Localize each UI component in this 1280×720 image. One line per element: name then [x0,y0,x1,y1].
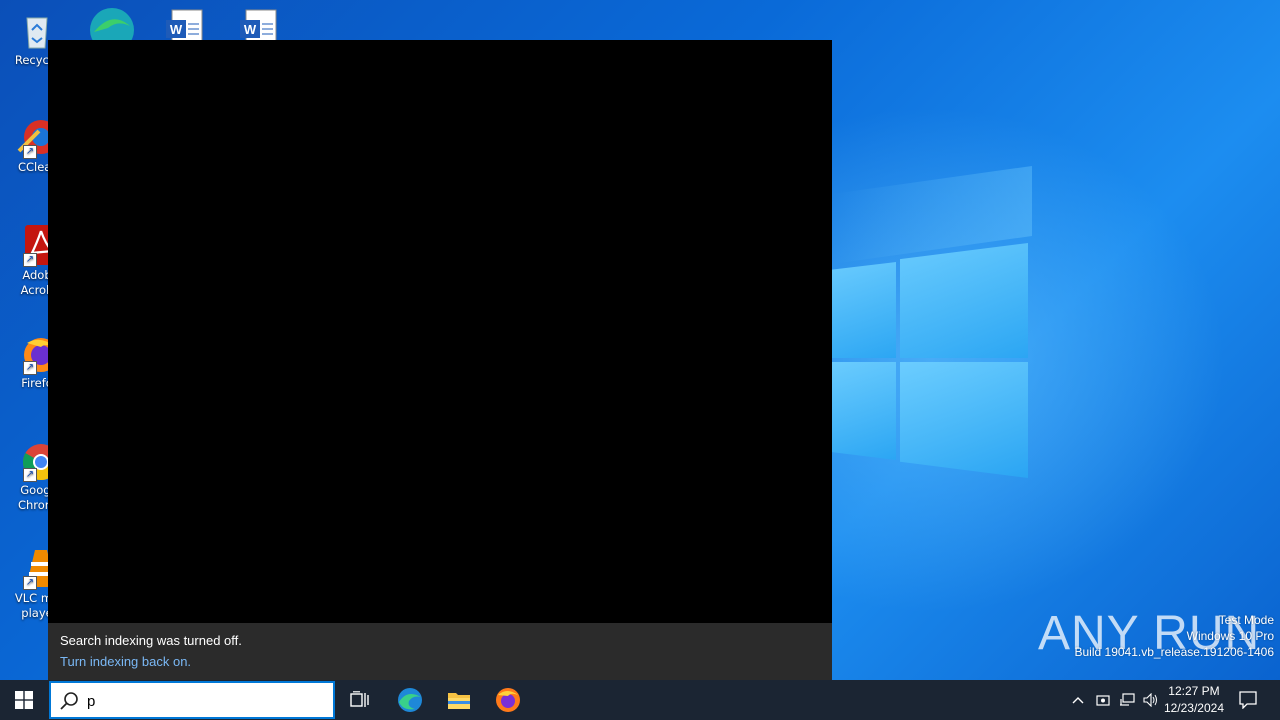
task-view-icon [350,691,369,707]
shortcut-arrow-icon: ↗ [23,361,37,375]
start-button[interactable] [0,680,48,720]
svg-text:W: W [170,22,183,37]
tray-volume-button[interactable] [1140,680,1162,720]
security-icon [1096,695,1110,706]
wallpaper-logo-pane [832,362,896,460]
volume-icon [1143,693,1157,707]
tray-network-button[interactable] [1116,680,1138,720]
task-view-button[interactable] [336,680,384,720]
clock-time: 12:27 PM [1168,684,1220,698]
svg-text:W: W [244,22,257,37]
taskbar-clock[interactable]: 12:27 PM 12/23/2024 [1164,683,1224,717]
taskbar-search-box[interactable] [49,681,335,719]
shortcut-arrow-icon: ↗ [23,253,37,267]
shortcut-arrow-icon: ↗ [23,576,37,590]
tray-defender-button[interactable] [1092,680,1114,720]
edge-icon [398,688,422,712]
indexing-off-message: Search indexing was turned off. [60,633,242,648]
turn-indexing-on-link[interactable]: Turn indexing back on. [60,654,191,669]
firefox-icon [496,688,520,712]
windows-logo-icon [15,691,33,709]
action-center-button[interactable] [1228,680,1268,720]
folder-icon [448,693,470,709]
word-document-icon[interactable]: W [238,6,280,45]
taskbar-file-explorer-button[interactable] [435,680,483,720]
shortcut-arrow-icon: ↗ [23,145,37,159]
taskbar-edge-button[interactable] [386,680,434,720]
search-icon [60,692,78,710]
wallpaper-logo-pane [900,362,1028,478]
word-document-icon[interactable]: W [164,6,206,45]
taskbar-firefox-button[interactable] [484,680,532,720]
wallpaper-logo-pane [900,243,1028,358]
search-results-flyout [48,40,832,680]
clock-date: 12/23/2024 [1163,701,1224,715]
shortcut-arrow-icon: ↗ [23,468,37,482]
watermark-build: Build 19041.vb_release.191206-1406 [1074,645,1275,659]
show-hidden-icons-button[interactable] [1066,680,1090,720]
indexing-notice: Search indexing was turned off. Turn ind… [48,623,832,680]
watermark-edition: Windows 10 Pro [1186,629,1274,643]
watermark-test-mode: Test Mode [1218,613,1274,627]
network-icon [1120,693,1135,706]
edge-desktop-icon[interactable] [88,6,134,52]
search-input[interactable] [87,691,327,711]
notification-icon [1239,691,1257,709]
windows-watermark: Test Mode Windows 10 Pro Build 19041.vb_… [1075,612,1275,660]
chevron-up-icon [1072,697,1084,704]
wallpaper-logo-pane [832,262,896,358]
